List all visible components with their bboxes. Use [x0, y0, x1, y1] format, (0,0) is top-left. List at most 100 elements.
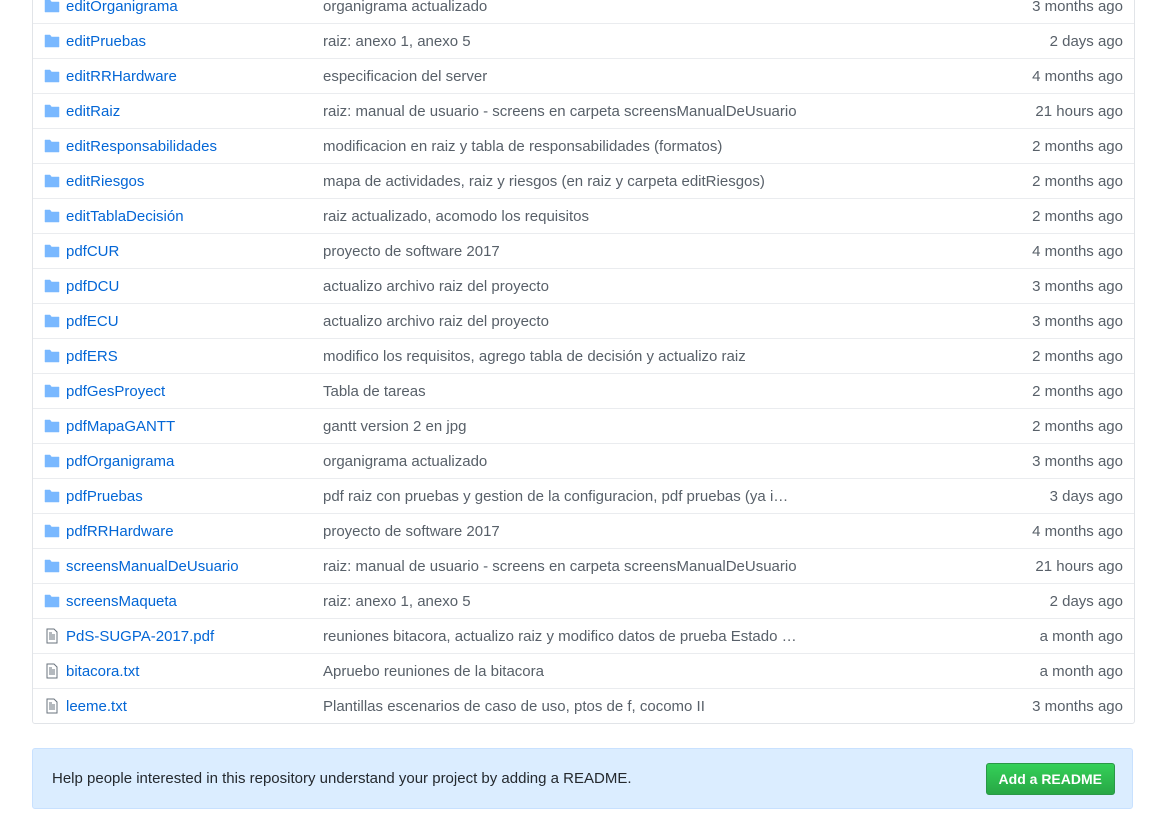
commit-message-link[interactable]: modificacion en raiz y tabla de responsa… [323, 138, 823, 155]
folder-icon [44, 34, 60, 48]
commit-message-link[interactable]: Tabla de tareas [323, 383, 823, 400]
table-row[interactable]: editResponsabilidades modificacion en rai… [33, 128, 1134, 163]
commit-age: 21 hours ago [1035, 557, 1123, 575]
commit-message-link[interactable]: raiz actualizado, acomodo los requisitos [323, 208, 823, 225]
commit-message-link[interactable]: actualizo archivo raiz del proyecto [323, 313, 823, 330]
file-name-link[interactable]: pdfECU [66, 313, 323, 330]
folder-icon [44, 349, 60, 363]
commit-age: 3 days ago [1049, 487, 1123, 505]
commit-age: 3 months ago [1032, 452, 1123, 470]
table-row[interactable]: pdfECU actualizo archivo raiz del proyect… [33, 303, 1134, 338]
table-row[interactable]: editOrganigrama organigrama actualizado 3 … [33, 0, 1134, 23]
file-name-link[interactable]: screensManualDeUsuario [66, 558, 323, 575]
folder-icon [44, 209, 60, 223]
folder-icon [44, 419, 60, 433]
table-row[interactable]: screensMaqueta raiz: anexo 1, anexo 5 2 da… [33, 583, 1134, 618]
commit-age: 2 months ago [1032, 382, 1123, 400]
commit-age: 3 months ago [1032, 697, 1123, 715]
file-name-link[interactable]: editOrganigrama [66, 0, 323, 15]
file-name-link[interactable]: pdfCUR [66, 243, 323, 260]
file-name-link[interactable]: pdfGesProyect [66, 383, 323, 400]
commit-message-link[interactable]: raiz: manual de usuario - screens en car… [323, 103, 823, 120]
commit-message-link[interactable]: raiz: anexo 1, anexo 5 [323, 593, 823, 610]
commit-message-link[interactable]: mapa de actividades, raiz y riesgos (en … [323, 173, 823, 190]
table-row[interactable]: pdfOrganigrama organigrama actualizado 3 m… [33, 443, 1134, 478]
table-row[interactable]: PdS-SUGPA-2017.pdf reuniones bitacora, ac… [33, 618, 1134, 653]
file-name-link[interactable]: pdfDCU [66, 278, 323, 295]
folder-icon [44, 174, 60, 188]
table-row[interactable]: editTablaDecisión raiz actualizado, acomo… [33, 198, 1134, 233]
commit-message-link[interactable]: proyecto de software 2017 [323, 243, 823, 260]
add-readme-button[interactable]: Add a README [985, 762, 1115, 795]
commit-message-link[interactable]: gantt version 2 en jpg [323, 418, 823, 435]
table-row[interactable]: editPruebas raiz: anexo 1, anexo 5 2 days … [33, 23, 1134, 58]
folder-icon [44, 489, 60, 503]
folder-icon [44, 279, 60, 293]
commit-age: 2 months ago [1032, 207, 1123, 225]
file-icon [44, 628, 60, 644]
file-name-link[interactable]: bitacora.txt [66, 663, 323, 680]
file-name-link[interactable]: PdS-SUGPA-2017.pdf [66, 628, 323, 645]
table-row[interactable]: pdfMapaGANTT gantt version 2 en jpg 2 mont… [33, 408, 1134, 443]
commit-age: 2 months ago [1032, 172, 1123, 190]
commit-message-link[interactable]: modifico los requisitos, agrego tabla de… [323, 348, 823, 365]
table-row[interactable]: leeme.txt Plantillas escenarios de caso d… [33, 688, 1134, 723]
file-name-link[interactable]: editTablaDecisión [66, 208, 323, 225]
commit-message-link[interactable]: actualizo archivo raiz del proyecto [323, 278, 823, 295]
commit-age: 3 months ago [1032, 0, 1123, 15]
commit-message-link[interactable]: Apruebo reuniones de la bitacora [323, 663, 823, 680]
commit-age: a month ago [1039, 627, 1123, 645]
readme-prompt: Help people interested in this repositor… [32, 748, 1133, 809]
folder-icon [44, 104, 60, 118]
folder-icon [44, 524, 60, 538]
commit-message-link[interactable]: pdf raiz con pruebas y gestion de la con… [323, 488, 823, 505]
table-row[interactable]: pdfCUR proyecto de software 2017 4 months … [33, 233, 1134, 268]
folder-icon [44, 594, 60, 608]
table-row[interactable]: editRRHardware especificacion del server 4… [33, 58, 1134, 93]
commit-message-link[interactable]: reuniones bitacora, actualizo raiz y mod… [323, 628, 823, 645]
commit-message-link[interactable]: Plantillas escenarios de caso de uso, pt… [323, 698, 823, 715]
folder-icon [44, 559, 60, 573]
folder-icon [44, 384, 60, 398]
table-row[interactable]: pdfDCU actualizo archivo raiz del proyect… [33, 268, 1134, 303]
commit-age: 4 months ago [1032, 242, 1123, 260]
table-row[interactable]: bitacora.txt Apruebo reuniones de la bita… [33, 653, 1134, 688]
commit-age: 21 hours ago [1035, 102, 1123, 120]
commit-message-link[interactable]: proyecto de software 2017 [323, 523, 823, 540]
file-name-link[interactable]: editRRHardware [66, 68, 323, 85]
file-name-link[interactable]: screensMaqueta [66, 593, 323, 610]
file-name-link[interactable]: pdfMapaGANTT [66, 418, 323, 435]
readme-prompt-text: Help people interested in this repositor… [52, 770, 632, 787]
commit-message-link[interactable]: especificacion del server [323, 68, 823, 85]
file-name-link[interactable]: pdfOrganigrama [66, 453, 323, 470]
file-name-link[interactable]: pdfERS [66, 348, 323, 365]
file-name-link[interactable]: pdfPruebas [66, 488, 323, 505]
commit-age: 3 months ago [1032, 312, 1123, 330]
file-name-link[interactable]: leeme.txt [66, 698, 323, 715]
file-name-link[interactable]: editRiesgos [66, 173, 323, 190]
folder-icon [44, 454, 60, 468]
file-icon [44, 698, 60, 714]
commit-message-link[interactable]: raiz: anexo 1, anexo 5 [323, 33, 823, 50]
table-row[interactable]: pdfRRHardware proyecto de software 2017 4 … [33, 513, 1134, 548]
commit-age: 2 months ago [1032, 417, 1123, 435]
folder-icon [44, 69, 60, 83]
commit-message-link[interactable]: organigrama actualizado [323, 453, 823, 470]
table-row[interactable]: editRaiz raiz: manual de usuario - screen… [33, 93, 1134, 128]
folder-icon [44, 244, 60, 258]
folder-icon [44, 139, 60, 153]
table-row[interactable]: pdfGesProyect Tabla de tareas 2 months ago [33, 373, 1134, 408]
commit-message-link[interactable]: organigrama actualizado [323, 0, 823, 15]
file-name-link[interactable]: editRaiz [66, 103, 323, 120]
commit-message-link[interactable]: raiz: manual de usuario - screens en car… [323, 558, 823, 575]
file-list: editOrganigrama organigrama actualizado 3 … [32, 0, 1135, 724]
table-row[interactable]: pdfERS modifico los requisitos, agrego ta… [33, 338, 1134, 373]
file-name-link[interactable]: pdfRRHardware [66, 523, 323, 540]
table-row[interactable]: editRiesgos mapa de actividades, raiz y r… [33, 163, 1134, 198]
table-row[interactable]: screensManualDeUsuario raiz: manual de us… [33, 548, 1134, 583]
file-icon [44, 663, 60, 679]
file-name-link[interactable]: editPruebas [66, 33, 323, 50]
folder-icon [44, 0, 60, 13]
file-name-link[interactable]: editResponsabilidades [66, 138, 323, 155]
table-row[interactable]: pdfPruebas pdf raiz con pruebas y gestion… [33, 478, 1134, 513]
